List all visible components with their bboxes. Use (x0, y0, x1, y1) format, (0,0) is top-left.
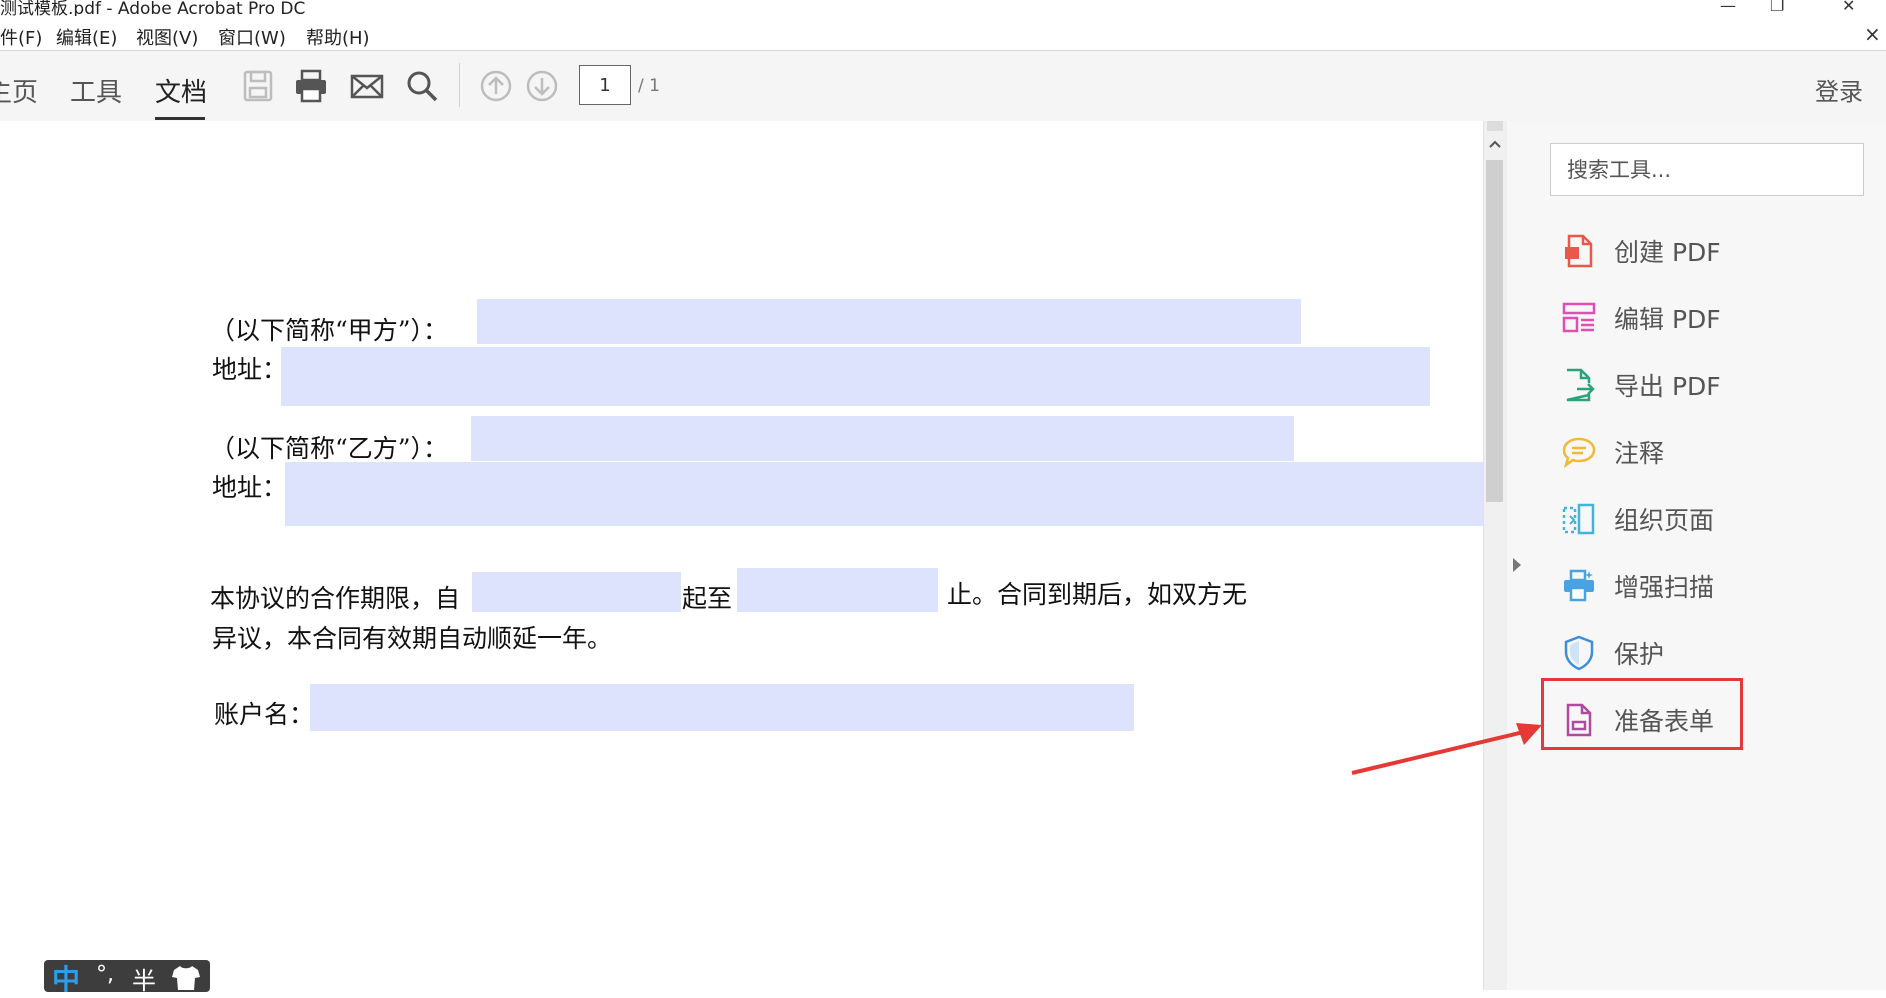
tab-home[interactable]: 主页 (0, 72, 38, 109)
account-name-label: 账户名： (214, 700, 315, 729)
tab-document[interactable]: 文档 (155, 72, 207, 109)
close-document-button[interactable]: × (1864, 22, 1881, 46)
scroll-up-icon[interactable] (1487, 136, 1503, 156)
address-b-label: 地址： (212, 473, 288, 502)
organize-pages-icon (1562, 501, 1596, 537)
address-a-field[interactable] (281, 347, 1430, 406)
minimize-button[interactable]: — (1720, 0, 1736, 15)
tool-label: 增强扫描 (1614, 573, 1715, 602)
highlight-box (1541, 678, 1743, 750)
tool-protect[interactable]: 保护 (1562, 628, 1842, 678)
party-b-field[interactable] (471, 416, 1294, 461)
search-icon[interactable] (404, 68, 440, 104)
search-tools-input[interactable]: 搜索工具... (1550, 143, 1864, 196)
scrollbar-thumb[interactable] (1486, 160, 1503, 502)
tab-tools[interactable]: 工具 (70, 72, 122, 109)
scrollbar-top-cap (1487, 121, 1503, 131)
next-page-icon[interactable] (524, 68, 560, 104)
tool-edit-pdf[interactable]: 编辑 PDF (1562, 293, 1842, 343)
address-a-label: 地址： (212, 355, 288, 384)
tool-label: 保护 (1614, 640, 1665, 669)
tool-create-pdf[interactable]: 创建 PDF (1562, 226, 1842, 276)
page-total: / 1 (638, 76, 660, 96)
comment-icon (1562, 434, 1596, 470)
document-page (0, 121, 1483, 990)
address-b-field[interactable] (285, 462, 1483, 526)
tool-comment[interactable]: 注释 (1562, 427, 1842, 477)
menu-edit[interactable]: 编辑(E) (56, 24, 117, 50)
export-pdf-icon (1562, 367, 1596, 403)
start-date-field[interactable] (472, 572, 681, 612)
period-end-text: 止。合同到期后，如双方无 (947, 580, 1248, 609)
email-icon[interactable] (349, 68, 385, 104)
toolbar-divider (459, 63, 460, 107)
toolbar (0, 51, 1886, 122)
end-date-field[interactable] (737, 568, 938, 612)
ime-mode-label[interactable]: 中 (52, 958, 80, 998)
annotation-arrow (1351, 723, 1542, 775)
party-a-field[interactable] (477, 299, 1301, 344)
expand-panel-icon[interactable] (1510, 556, 1524, 578)
close-button[interactable]: ✕ (1842, 0, 1855, 15)
menu-view[interactable]: 视图(V) (136, 24, 198, 50)
ime-status-bar[interactable]: 中 °, 半 (44, 960, 210, 996)
tool-enhance-scan[interactable]: 增强扫描 (1562, 561, 1842, 611)
period-line2-text: 异议，本合同有效期自动顺延一年。 (212, 624, 613, 653)
menu-window[interactable]: 窗口(W) (218, 24, 286, 50)
tool-label: 编辑 PDF (1614, 305, 1721, 334)
tool-organize-pages[interactable]: 组织页面 (1562, 494, 1842, 544)
save-icon[interactable] (240, 68, 276, 104)
page-number-input[interactable]: 1 (579, 65, 631, 105)
menu-help[interactable]: 帮助(H) (306, 24, 370, 50)
tool-label: 导出 PDF (1614, 372, 1721, 401)
party-b-label: （以下简称“乙方”）： (210, 434, 449, 463)
login-button[interactable]: 登录 (1815, 72, 1863, 107)
period-mid-text: 起至 (682, 584, 733, 613)
create-pdf-icon (1562, 233, 1596, 269)
tool-label: 注释 (1614, 439, 1665, 468)
account-name-field[interactable] (310, 684, 1134, 731)
active-tab-indicator (155, 117, 205, 120)
ime-punct-label[interactable]: °, (96, 962, 114, 987)
tool-label: 组织页面 (1614, 506, 1715, 535)
tool-export-pdf[interactable]: 导出 PDF (1562, 360, 1842, 410)
tool-label: 创建 PDF (1614, 238, 1721, 267)
menu-file[interactable]: 件(F) (0, 24, 42, 50)
party-a-label: （以下简称“甲方”）： (210, 316, 449, 345)
period-start-text: 本协议的合作期限，自 (210, 584, 461, 613)
print-icon[interactable] (293, 68, 329, 104)
previous-page-icon[interactable] (478, 68, 514, 104)
protect-icon (1562, 635, 1596, 671)
edit-pdf-icon (1562, 300, 1596, 336)
ime-width-label[interactable]: 半 (132, 961, 156, 996)
enhance-scan-icon (1562, 568, 1596, 604)
maximize-button[interactable]: ❐ (1770, 0, 1784, 15)
